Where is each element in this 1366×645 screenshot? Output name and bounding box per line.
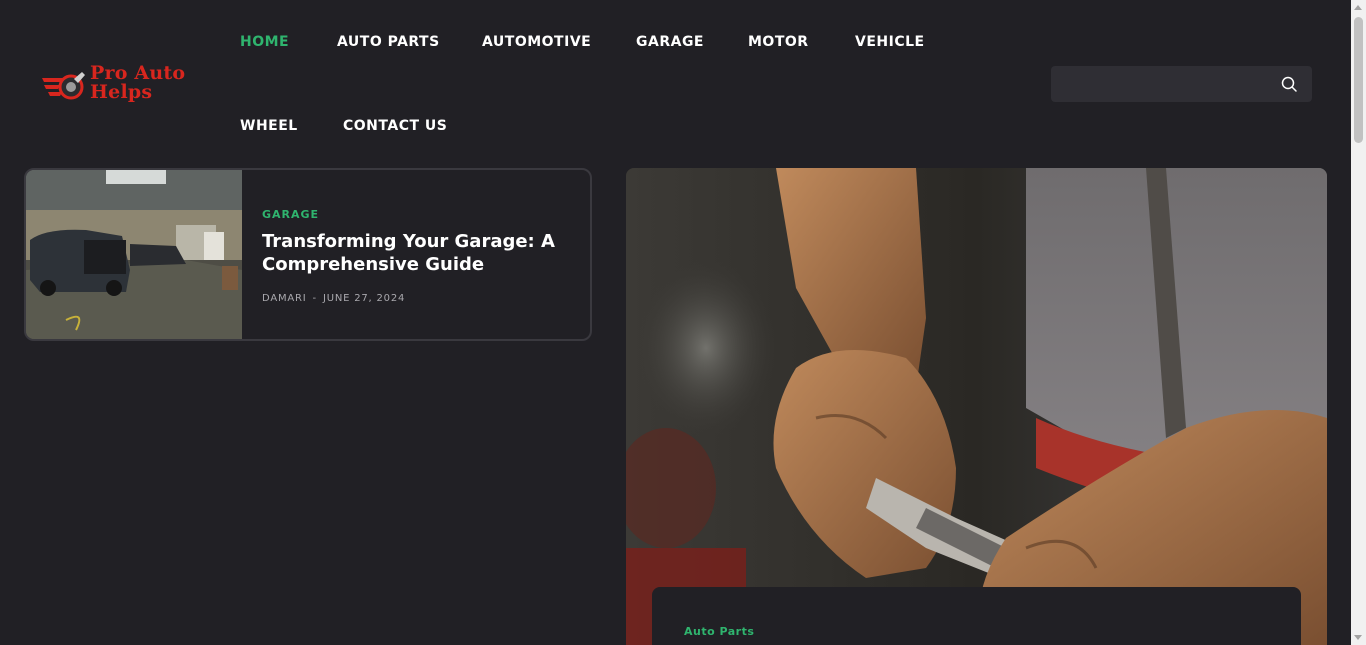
search-input[interactable] [1051, 66, 1271, 102]
page-scrollbar[interactable] [1351, 0, 1366, 645]
meta-separator: - [312, 293, 317, 304]
nav-item-motor[interactable]: MOTOR [748, 34, 809, 50]
scrollbar-thumb[interactable] [1354, 17, 1363, 143]
scroll-down-icon[interactable] [1354, 635, 1362, 640]
scroll-up-icon[interactable] [1354, 5, 1362, 10]
garage-thumbnail[interactable] [26, 170, 242, 339]
nav-item-contact-us[interactable]: CONTACT US [343, 118, 447, 134]
wrench-wheel-icon [42, 72, 85, 100]
nav-item-automotive[interactable]: AUTOMOTIVE [482, 34, 591, 50]
nav-item-home[interactable]: HOME [240, 34, 289, 50]
search-box [1051, 66, 1312, 102]
card-author[interactable]: DAMARI [262, 293, 307, 304]
nav-item-garage[interactable]: GARAGE [636, 34, 704, 50]
site-logo[interactable]: Pro Auto Helps [40, 64, 205, 106]
nav-item-vehicle[interactable]: VEHICLE [855, 34, 925, 50]
logo-text: Pro Auto Helps [90, 64, 185, 102]
logo-line-2: Helps [90, 81, 153, 103]
nav-item-wheel[interactable]: WHEEL [240, 118, 298, 134]
card-title[interactable]: Transforming Your Garage: A Comprehensiv… [262, 230, 562, 276]
card-date: JUNE 27, 2024 [322, 293, 406, 304]
hero-post[interactable]: Auto Parts [626, 168, 1327, 645]
nav-item-auto-parts[interactable]: AUTO PARTS [337, 34, 440, 50]
mechanic-hands-image [626, 168, 1327, 645]
card-category[interactable]: GARAGE [262, 208, 319, 221]
hero-category[interactable]: Auto Parts [684, 625, 754, 638]
hero-caption-panel: Auto Parts [652, 587, 1301, 645]
card-meta: DAMARI - JUNE 27, 2024 [262, 293, 405, 304]
search-icon[interactable] [1280, 75, 1298, 93]
featured-post-card[interactable]: GARAGE Transforming Your Garage: A Compr… [24, 168, 592, 341]
